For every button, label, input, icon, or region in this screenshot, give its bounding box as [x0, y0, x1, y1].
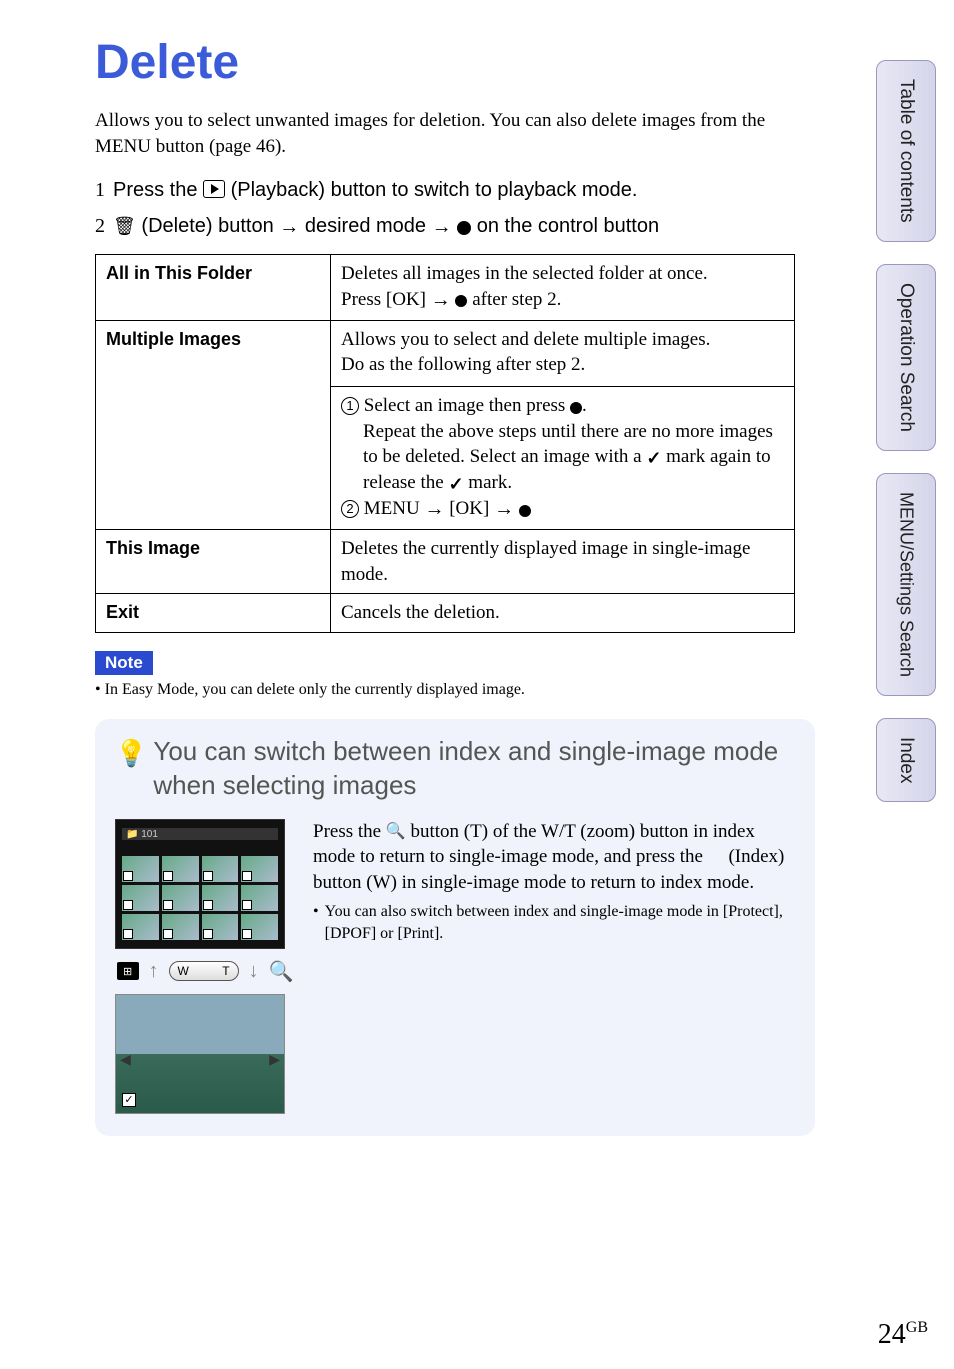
arrow-right-icon: →	[431, 287, 451, 314]
tip-title: 💡 You can switch between index and singl…	[115, 735, 795, 803]
center-button-icon	[455, 295, 467, 307]
tip-images: 📁 101 ⊞ ↑ W T ↓ 🔍 ◀ ▶	[115, 819, 295, 1114]
cell-text: [OK]	[449, 498, 494, 519]
cell-text: .	[582, 395, 587, 416]
index-view-thumbnail: 📁 101	[115, 819, 285, 949]
zoom-control-diagram: ⊞ ↑ W T ↓ 🔍	[115, 959, 295, 984]
nav-left-icon: ◀	[120, 1051, 131, 1068]
index-icon: ⊞	[117, 962, 139, 980]
cell-text: Press [OK]	[341, 289, 431, 310]
bulb-icon: 💡	[115, 737, 147, 803]
table-row: This Image Deletes the currently display…	[96, 530, 795, 594]
check-icon: ✓	[122, 1093, 136, 1107]
intro-text: Allows you to select unwanted images for…	[95, 108, 815, 159]
options-table: All in This Folder Deletes all images in…	[95, 254, 795, 633]
page-number-suffix: GB	[906, 1319, 928, 1336]
step-circle-2-icon: 2	[341, 500, 359, 518]
step-2-text-b: desired mode	[305, 215, 432, 237]
tip-body-a: Press the	[313, 821, 386, 842]
cell-text: after step 2.	[472, 289, 561, 310]
tip-box: 💡 You can switch between index and singl…	[95, 719, 815, 1136]
table-row: All in This Folder Deletes all images in…	[96, 255, 795, 321]
check-icon: ✓	[646, 446, 661, 470]
arrow-up-icon: ↑	[149, 960, 159, 983]
center-button-icon	[519, 505, 531, 517]
note-section: Note • In Easy Mode, you can delete only…	[95, 651, 914, 699]
steps: 1 Press the (Playback) button to switch …	[95, 173, 815, 244]
arrow-down-icon: ↓	[249, 960, 259, 983]
option-value: Allows you to select and delete multiple…	[331, 320, 795, 529]
cell-text: MENU	[364, 498, 425, 519]
zoom-lever-icon: W T	[169, 961, 239, 981]
table-row: Multiple Images Allows you to select and…	[96, 320, 795, 529]
arrow-right-icon: →	[424, 496, 444, 523]
tip-text: Press the 🔍 button (T) of the W/T (zoom)…	[313, 819, 795, 1114]
tip-bullet: •You can also switch between index and s…	[313, 901, 795, 944]
cell-text: Deletes all images in the selected folde…	[341, 263, 708, 284]
magnify-icon: 🔍	[269, 959, 294, 984]
cell-text: Select an image then press	[364, 395, 570, 416]
cell-text: mark.	[468, 472, 512, 493]
table-row: Exit Cancels the deletion.	[96, 594, 795, 633]
delete-icon: 🗑	[113, 211, 136, 242]
step-1: 1 Press the (Playback) button to switch …	[95, 173, 815, 207]
step-1-text-a: Press the	[113, 179, 203, 201]
option-value: Deletes all images in the selected folde…	[331, 255, 795, 321]
zoom-w-label: W	[178, 964, 189, 978]
playback-icon	[203, 180, 225, 198]
index-icon	[708, 852, 724, 866]
option-key: This Image	[96, 530, 331, 594]
arrow-right-icon: →	[432, 210, 452, 244]
option-key: Exit	[96, 594, 331, 633]
page-title: Delete	[95, 35, 914, 90]
center-button-icon	[457, 221, 471, 235]
cell-text: Allows you to select and delete multiple…	[341, 329, 710, 350]
note-label: Note	[95, 651, 153, 675]
zoom-t-label: T	[222, 964, 229, 978]
arrow-right-icon: →	[494, 496, 514, 523]
option-value: Deletes the currently displayed image in…	[331, 530, 795, 594]
step-2-text-a: (Delete) button	[141, 215, 279, 237]
note-text: • In Easy Mode, you can delete only the …	[95, 681, 914, 699]
center-button-icon	[570, 402, 582, 414]
thumb-header: 📁 101	[122, 828, 278, 840]
option-key: Multiple Images	[96, 320, 331, 529]
note-body: In Easy Mode, you can delete only the cu…	[105, 681, 525, 698]
step-number: 1	[95, 173, 105, 207]
magnify-icon: 🔍	[386, 821, 406, 843]
step-1-text-b: (Playback) button to switch to playback …	[231, 179, 638, 201]
step-number: 2	[95, 209, 105, 243]
page-number: 24GB	[878, 1319, 928, 1351]
nav-right-icon: ▶	[269, 1051, 280, 1068]
option-key: All in This Folder	[96, 255, 331, 321]
option-value: Cancels the deletion.	[331, 594, 795, 633]
step-2: 2 🗑 (Delete) button → desired mode → on …	[95, 209, 815, 244]
single-view-thumbnail: ◀ ▶ ✓	[115, 994, 285, 1114]
cell-text: Do as the following after step 2.	[341, 354, 585, 375]
tip-title-text: You can switch between index and single-…	[153, 735, 795, 803]
tip-bullet-text: You can also switch between index and si…	[325, 901, 795, 944]
step-2-text-c: on the control button	[477, 215, 659, 237]
arrow-right-icon: →	[279, 210, 299, 244]
check-icon: ✓	[448, 472, 463, 496]
page-number-value: 24	[878, 1319, 906, 1350]
step-circle-1-icon: 1	[341, 397, 359, 415]
